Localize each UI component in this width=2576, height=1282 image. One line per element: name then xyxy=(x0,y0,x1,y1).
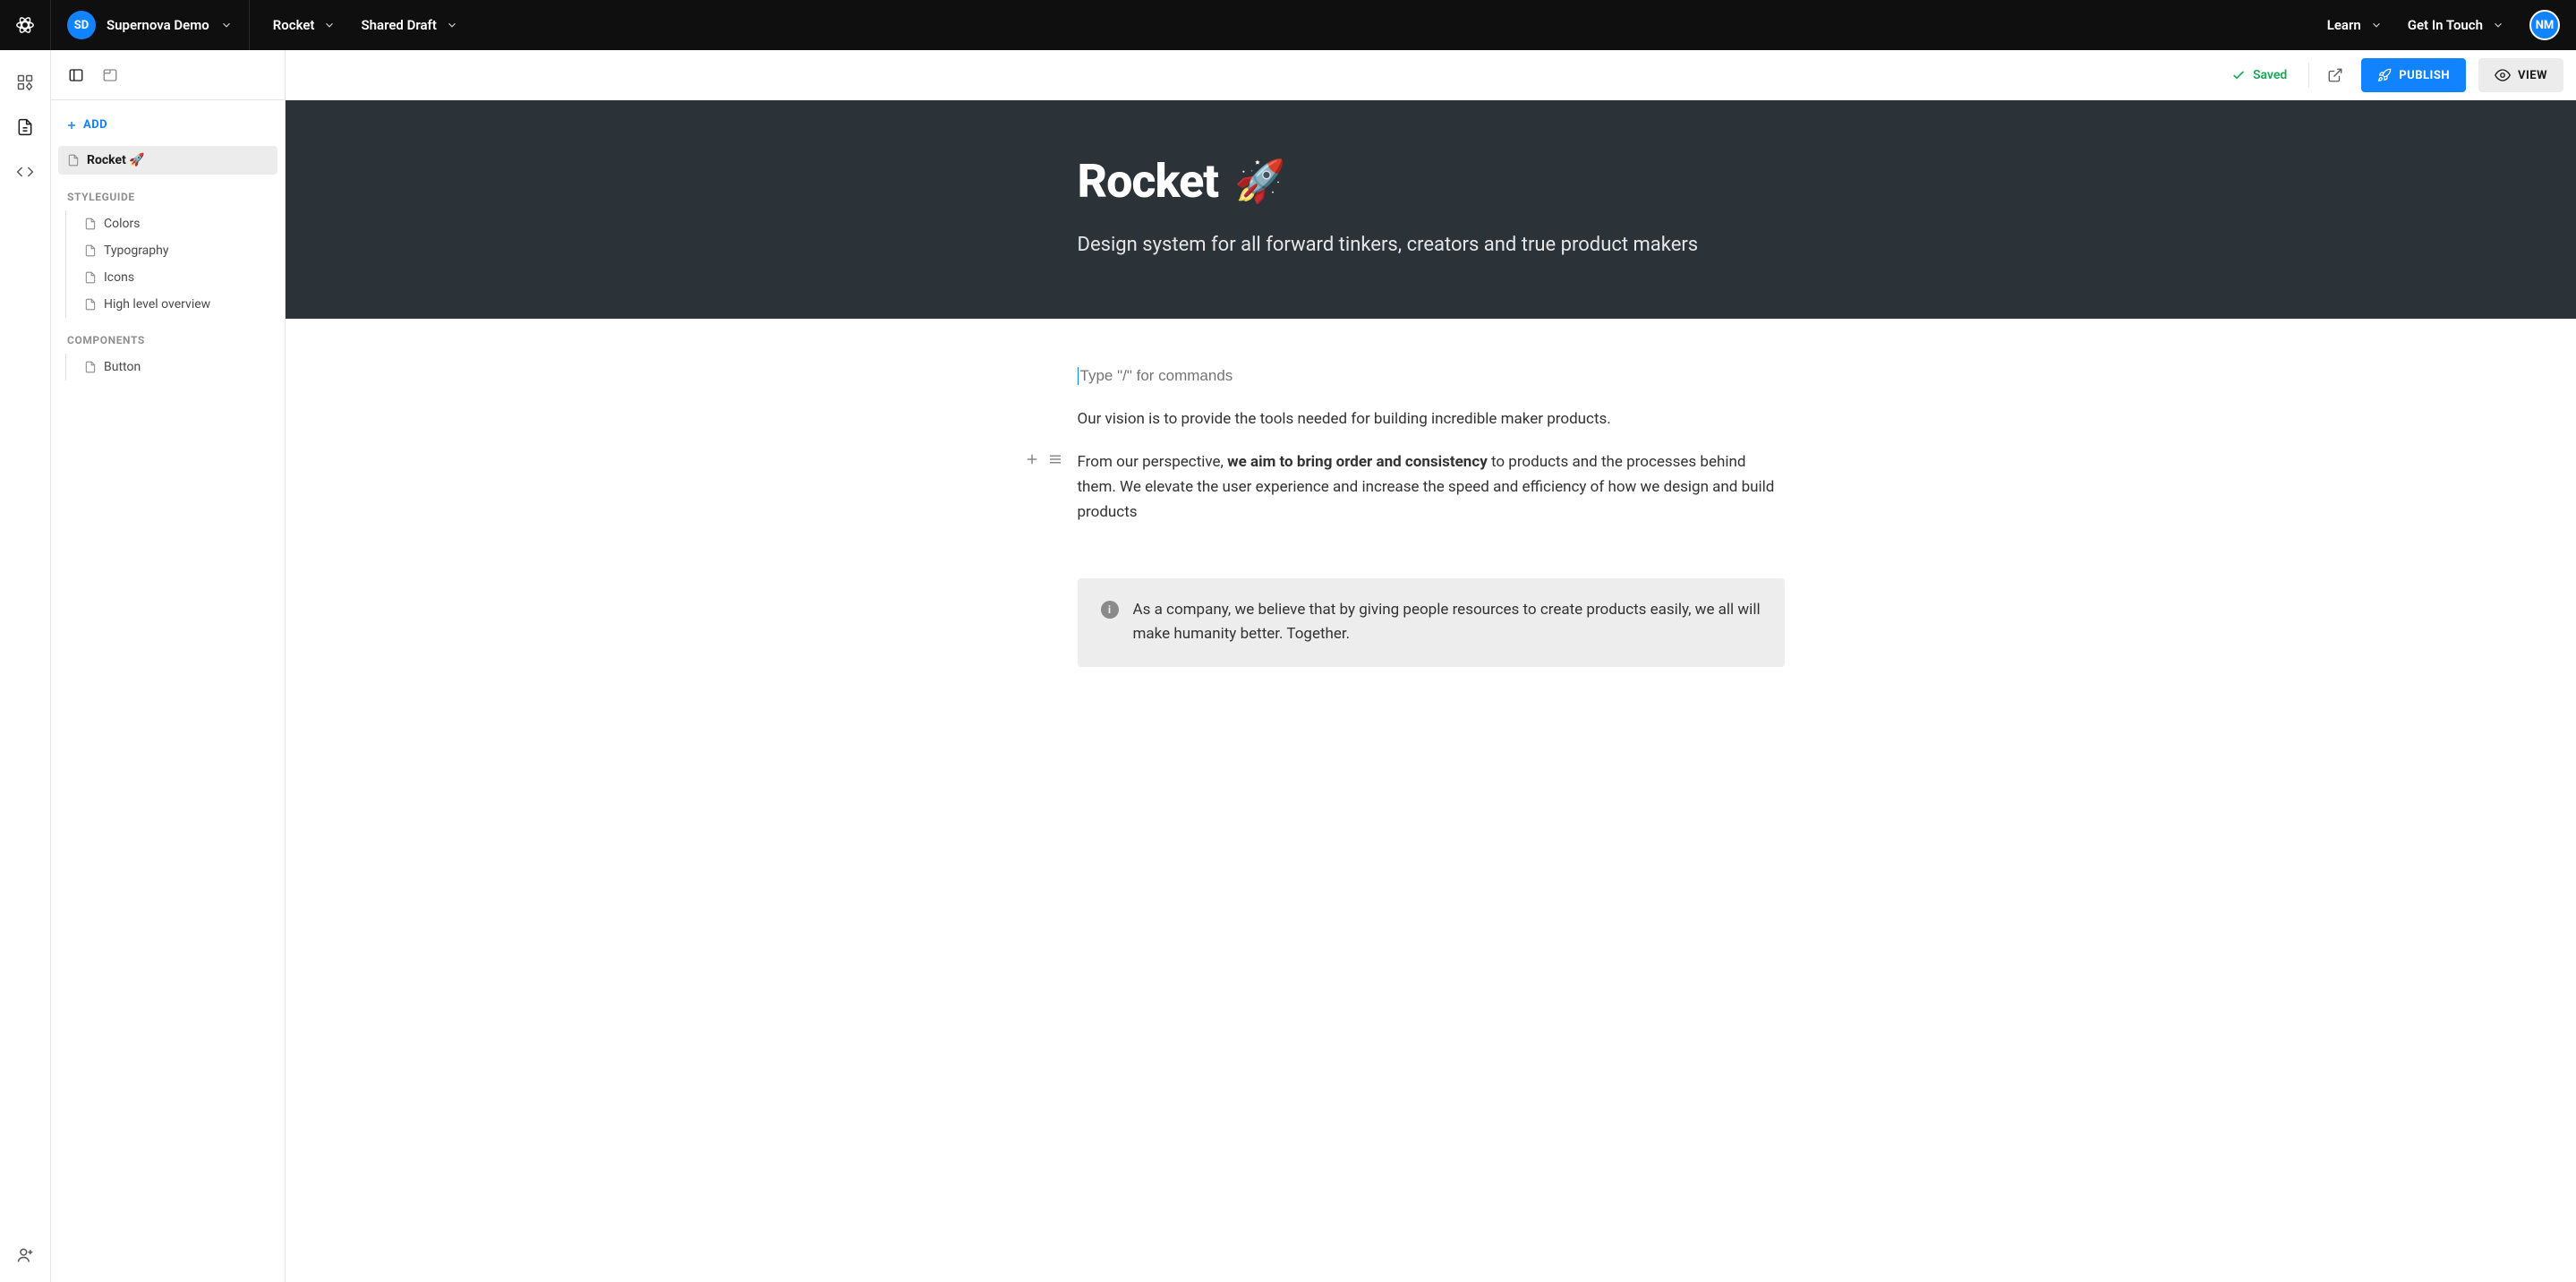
chevron-down-icon xyxy=(2492,19,2504,31)
page-title-text: Rocket xyxy=(1078,154,1219,209)
rail-invite[interactable] xyxy=(7,1237,43,1273)
saved-status: Saved xyxy=(2231,68,2287,82)
page-title[interactable]: Rocket 🚀 xyxy=(1078,154,1785,209)
sidebar-item-icons[interactable]: Icons xyxy=(65,264,277,291)
sidebar-page-label: Rocket 🚀 xyxy=(87,153,145,167)
workspace-switcher[interactable]: SD Supernova Demo xyxy=(51,0,250,50)
page-icon xyxy=(84,361,97,373)
breadcrumb-label: Shared Draft xyxy=(361,17,436,33)
nav-rail xyxy=(0,50,51,1282)
publish-label: PUBLISH xyxy=(2399,69,2450,82)
plus-icon xyxy=(65,119,78,132)
document-canvas: Rocket 🚀 Design system for all forward t… xyxy=(286,100,2576,1282)
chevron-down-icon xyxy=(446,19,458,31)
sidebar-item-colors[interactable]: Colors xyxy=(65,210,277,237)
page-icon xyxy=(84,218,97,230)
app-logo[interactable] xyxy=(0,0,51,50)
breadcrumb-label: Rocket xyxy=(273,17,315,33)
page-icon xyxy=(84,298,97,311)
sidebar-item-label: Button xyxy=(104,360,141,374)
workspace-name: Supernova Demo xyxy=(107,17,209,33)
view-button[interactable]: VIEW xyxy=(2478,58,2563,92)
sidebar-item-label: Typography xyxy=(104,244,168,258)
sidebar-item-label: Icons xyxy=(104,270,134,285)
rail-code[interactable] xyxy=(7,154,43,190)
page-hero: Rocket 🚀 Design system for all forward t… xyxy=(286,100,2576,319)
workspace-avatar: SD xyxy=(67,11,96,39)
page-icon xyxy=(84,271,97,284)
main: Saved PUBLISH VIEW xyxy=(286,50,2576,1282)
chevron-down-icon xyxy=(2370,19,2383,31)
sidebar-item-label: Colors xyxy=(104,217,140,231)
drag-handle-icon[interactable] xyxy=(1047,451,1063,467)
rail-documentation[interactable] xyxy=(7,109,43,145)
page-title-emoji: 🚀 xyxy=(1234,158,1284,206)
chevron-down-icon xyxy=(220,19,233,31)
page-subtitle[interactable]: Design system for all forward tinkers, c… xyxy=(1078,234,1785,256)
add-page-button[interactable]: ADD xyxy=(58,113,277,137)
topbar: SD Supernova Demo Rocket Shared Draft Le… xyxy=(0,0,2576,50)
sidebar-item-high-level-overview[interactable]: High level overview xyxy=(65,291,277,318)
contact-label: Get In Touch xyxy=(2408,17,2483,33)
sidebar-item-button[interactable]: Button xyxy=(65,354,277,380)
eye-icon xyxy=(2495,67,2511,83)
sidebar: ADD Rocket 🚀 STYLEGUIDE Colors Typograph… xyxy=(51,50,286,1282)
check-icon xyxy=(2231,68,2246,82)
learn-menu[interactable]: Learn xyxy=(2327,17,2383,33)
editor-block-paragraph[interactable]: Our vision is to provide the tools neede… xyxy=(1078,406,1785,432)
sidebar-item-typography[interactable]: Typography xyxy=(65,237,277,264)
rail-design-system[interactable] xyxy=(7,64,43,100)
open-external-button[interactable] xyxy=(2322,62,2349,89)
new-tab-button[interactable] xyxy=(99,64,121,86)
breadcrumb: Rocket Shared Draft xyxy=(250,17,482,33)
learn-label: Learn xyxy=(2327,17,2361,33)
get-in-touch-menu[interactable]: Get In Touch xyxy=(2408,17,2504,33)
info-icon: i xyxy=(1101,601,1119,619)
breadcrumb-shared-draft[interactable]: Shared Draft xyxy=(361,17,457,33)
sidebar-section-components: COMPONENTS xyxy=(58,318,277,354)
command-input[interactable] xyxy=(1078,367,1785,385)
text-bold: we aim to bring order and consistency xyxy=(1227,453,1488,471)
add-block-icon[interactable] xyxy=(1024,451,1040,467)
rocket-icon xyxy=(2377,68,2392,82)
page-icon xyxy=(67,154,80,167)
add-label: ADD xyxy=(83,118,107,132)
sidebar-section-styleguide: STYLEGUIDE xyxy=(58,175,277,210)
breadcrumb-rocket[interactable]: Rocket xyxy=(273,17,337,33)
page-icon xyxy=(84,244,97,257)
view-label: VIEW xyxy=(2518,69,2547,82)
toggle-sidebar-button[interactable] xyxy=(65,64,87,86)
editor-block-empty[interactable] xyxy=(1078,363,1785,389)
sidebar-page-rocket[interactable]: Rocket 🚀 xyxy=(58,146,277,175)
editor-block-paragraph[interactable]: From our perspective, we aim to bring or… xyxy=(1078,449,1785,525)
user-avatar[interactable]: NM xyxy=(2529,10,2560,40)
publish-button[interactable]: PUBLISH xyxy=(2361,58,2466,92)
saved-label: Saved xyxy=(2253,68,2287,82)
callout-block[interactable]: i As a company, we believe that by givin… xyxy=(1078,578,1785,666)
sidebar-item-label: High level overview xyxy=(104,297,210,312)
divider xyxy=(2308,63,2309,88)
callout-text: As a company, we believe that by giving … xyxy=(1133,598,1761,646)
chevron-down-icon xyxy=(323,19,336,31)
text-span: From our perspective, xyxy=(1078,453,1228,471)
main-toolbar: Saved PUBLISH VIEW xyxy=(286,50,2576,100)
